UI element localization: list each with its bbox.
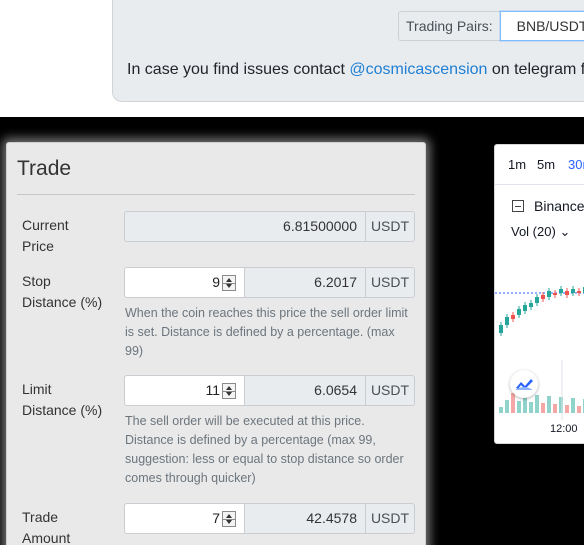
trade-amount-label-line2: Amount [22, 530, 71, 545]
tradingview-logo-icon[interactable] [510, 370, 538, 398]
trade-amount-label-line1: Trade [22, 509, 59, 525]
candle-body [511, 315, 515, 319]
timeframe-bar: 1m 5m 30m [495, 145, 584, 185]
candles [499, 286, 584, 336]
limit-distance-label: Limit Distance (%) [22, 379, 102, 421]
contact-suffix: on telegram fo [487, 61, 584, 78]
trade-amount-input-value: 7 [212, 510, 220, 526]
volume-bar [547, 396, 551, 413]
volume-bar [577, 406, 581, 413]
collapse-legend-icon[interactable] [512, 200, 524, 212]
trade-amount-spinner[interactable] [222, 511, 236, 527]
trading-pairs-label: Trading Pairs: [398, 11, 500, 41]
candle-body [529, 303, 533, 307]
timeframe-1m[interactable]: 1m [508, 157, 526, 172]
title-divider [17, 194, 415, 195]
candle-body [517, 309, 521, 315]
limit-distance-unit: USDT [365, 375, 415, 406]
stop-distance-input[interactable]: 9 [124, 267, 245, 298]
current-price-label-line1: Current [22, 217, 69, 233]
candle-body [505, 317, 509, 325]
candlestick-plot [495, 286, 584, 420]
contact-prefix: In case you find issues contact [127, 61, 350, 78]
spinner-up-icon[interactable] [226, 278, 232, 282]
chevron-down-icon[interactable]: ⌄ [559, 224, 570, 239]
volume-label: Vol (20) [511, 224, 556, 239]
price-chart-widget[interactable]: 1m 5m 30m Binance Vol (20) ⌄ 12:00 [494, 144, 584, 444]
candle-body [571, 289, 575, 293]
current-price-label: Current Price [22, 215, 69, 257]
spinner-down-icon[interactable] [226, 392, 232, 396]
trade-amount-input[interactable]: 7 [124, 503, 245, 534]
volume-bar [517, 401, 521, 413]
trade-amount-label: Trade Amount [22, 507, 70, 545]
volume-bar [571, 398, 575, 413]
trade-card: Trade Current Price 6.81500000 USDT Stop… [6, 142, 426, 545]
stop-distance-label-line1: Stop [22, 273, 51, 289]
volume-bar [529, 402, 533, 413]
volume-bar [565, 405, 569, 413]
volume-bar [541, 403, 545, 413]
limit-distance-spinner[interactable] [222, 383, 236, 399]
candle-body [541, 295, 545, 299]
volume-indicator[interactable]: Vol (20) ⌄ [511, 224, 570, 240]
current-price-unit: USDT [365, 211, 415, 242]
current-price-label-line2: Price [22, 238, 54, 254]
contact-text: In case you find issues contact @cosmica… [127, 61, 584, 79]
spinner-up-icon[interactable] [226, 514, 232, 518]
limit-distance-input[interactable]: 11 [124, 375, 245, 406]
stop-distance-unit: USDT [365, 267, 415, 298]
candle-body [553, 293, 557, 295]
timeframe-5m[interactable]: 5m [537, 157, 555, 172]
timeframe-30m[interactable]: 30m [568, 157, 584, 172]
trading-pairs-group: Trading Pairs: BNB/USDT [398, 11, 584, 41]
spinner-up-icon[interactable] [226, 386, 232, 390]
stop-distance-input-value: 9 [212, 274, 220, 290]
telegram-link[interactable]: @cosmicascension [349, 61, 487, 78]
volume-bar [553, 404, 557, 413]
spinner-down-icon[interactable] [226, 284, 232, 288]
candle-body [577, 291, 581, 293]
trade-title: Trade [17, 157, 72, 180]
volume-bar [505, 400, 509, 413]
limit-distance-label-line1: Limit [22, 381, 52, 397]
trade-amount-unit: USDT [365, 503, 415, 534]
limit-distance-label-line2: Distance (%) [22, 402, 103, 418]
candle-body [535, 297, 539, 303]
time-tick-label: 12:00 [550, 423, 578, 435]
stop-distance-computed: 6.2017 [244, 267, 366, 298]
candle-body [559, 289, 563, 293]
stop-distance-label: Stop Distance (%) [22, 271, 102, 313]
spinner-down-icon[interactable] [226, 520, 232, 524]
exchange-label: Binance [534, 198, 584, 214]
current-price-value: 6.81500000 [124, 211, 366, 242]
stop-distance-spinner[interactable] [222, 275, 236, 291]
limit-distance-input-value: 11 [205, 382, 220, 398]
volume-bar [499, 407, 503, 413]
stop-distance-label-line2: Distance (%) [22, 294, 103, 310]
candle-body [547, 291, 551, 297]
candle-body [523, 305, 527, 311]
stop-distance-help: When the coin reaches this price the sel… [125, 306, 408, 358]
trade-amount-computed: 42.4578 [244, 503, 366, 534]
limit-distance-help: The sell order will be executed at this … [125, 414, 404, 485]
limit-distance-computed: 6.0654 [244, 375, 366, 406]
trading-pairs-select[interactable]: BNB/USDT [499, 11, 584, 41]
candle-body [565, 291, 569, 295]
candle-body [499, 325, 503, 333]
info-panel: Trading Pairs: BNB/USDT [112, 0, 584, 102]
